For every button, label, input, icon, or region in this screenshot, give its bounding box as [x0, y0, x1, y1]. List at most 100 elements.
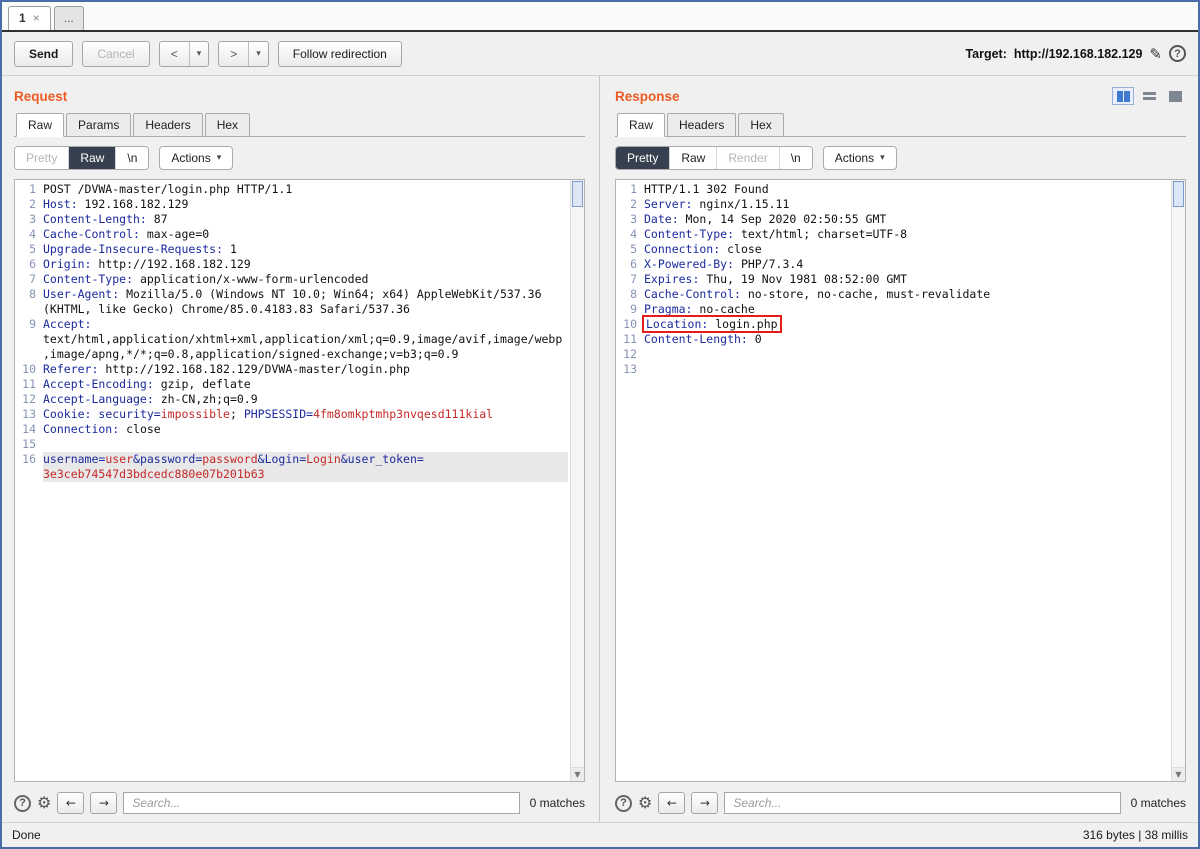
repeater-tab-strip: 1 × ... — [2, 2, 1198, 32]
response-view-raw[interactable]: Raw — [670, 147, 718, 169]
line-number: 11 — [22, 377, 36, 391]
editor-line[interactable]: 9 Accept: text/html,application/xhtml+xml… — [17, 317, 568, 362]
search-next-button[interactable]: → — [691, 792, 719, 814]
editor-line[interactable]: 7 Content-Type: application/x-www-form-ur… — [17, 272, 568, 287]
editor-line[interactable]: 11 Content-Length: 0 — [618, 332, 1169, 347]
response-tab-headers[interactable]: Headers — [667, 113, 737, 137]
next-request-button[interactable]: > ▾ — [218, 40, 269, 67]
back-arrow-icon[interactable]: < — [160, 42, 189, 66]
line-text: Connection: close — [43, 422, 161, 436]
editor-line[interactable]: 5 Upgrade-Insecure-Requests: 1 — [17, 242, 568, 257]
response-view-n[interactable]: \n — [779, 147, 812, 169]
send-button[interactable]: Send — [14, 40, 74, 67]
editor-line[interactable]: 2 Server: nginx/1.15.11 — [618, 197, 1169, 212]
search-prev-button[interactable]: ← — [57, 792, 85, 814]
back-dropdown-icon[interactable]: ▾ — [188, 41, 209, 66]
editor-line[interactable]: 4 Cache-Control: max-age=0 — [17, 227, 568, 242]
layout-single-icon[interactable] — [1164, 87, 1186, 105]
repeater-tab-1[interactable]: 1 × — [8, 6, 51, 30]
previous-request-button[interactable]: < ▾ — [158, 40, 210, 67]
request-tab-hex[interactable]: Hex — [204, 113, 251, 137]
response-editor[interactable]: 1 HTTP/1.1 302 Found 2 Server: nginx/1.15.1… — [615, 179, 1186, 782]
response-scrollbar[interactable]: ▼ — [1171, 180, 1185, 781]
editor-line[interactable]: 6 X-Powered-By: PHP/7.3.4 — [618, 257, 1169, 272]
line-number: 11 — [623, 332, 637, 346]
layout-rows-icon[interactable] — [1138, 87, 1160, 105]
response-view-pretty[interactable]: Pretty — [616, 147, 671, 169]
response-search-input[interactable] — [724, 792, 1121, 814]
search-next-button[interactable]: → — [90, 792, 118, 814]
search-settings-icon[interactable]: ⚙ — [638, 795, 652, 811]
line-text: POST /DVWA-master/login.php HTTP/1.1 — [43, 182, 293, 196]
editor-line[interactable]: 6 Origin: http://192.168.182.129 — [17, 257, 568, 272]
editor-line[interactable]: 15 — [17, 437, 568, 452]
editor-line[interactable]: 2 Host: 192.168.182.129 — [17, 197, 568, 212]
follow-redirection-button[interactable]: Follow redirection — [277, 40, 402, 67]
search-help-icon[interactable]: ? — [615, 794, 632, 812]
forward-dropdown-icon[interactable]: ▾ — [248, 41, 268, 66]
scroll-down-icon[interactable]: ▼ — [571, 767, 584, 781]
repeater-tab-more[interactable]: ... — [53, 6, 84, 30]
request-panel-header: Request — [14, 84, 585, 108]
layout-columns-icon[interactable] — [1112, 87, 1134, 105]
editor-line[interactable]: 4 Content-Type: text/html; charset=UTF-8 — [618, 227, 1169, 242]
editor-line[interactable]: 13 — [618, 362, 1169, 377]
request-tab-headers[interactable]: Headers — [133, 113, 203, 137]
line-number: 8 — [630, 287, 637, 301]
editor-line[interactable]: 16 username=user&password=password&Login=… — [17, 452, 568, 482]
editor-line[interactable]: 11 Accept-Encoding: gzip, deflate — [17, 377, 568, 392]
editor-line[interactable]: 3 Date: Mon, 14 Sep 2020 02:50:55 GMT — [618, 212, 1169, 227]
request-tab-params[interactable]: Params — [66, 113, 132, 137]
editor-line[interactable]: 10 Referer: http://192.168.182.129/DVWA-m… — [17, 362, 568, 377]
editor-line[interactable]: 10 Location: login.php — [618, 315, 1169, 333]
request-view-raw[interactable]: Raw — [69, 147, 117, 169]
line-number: 14 — [22, 422, 36, 436]
main-split: Request Raw Params Headers Hex Pretty Raw \n … — [2, 76, 1198, 822]
request-search-input[interactable] — [123, 792, 520, 814]
line-number: 3 — [630, 212, 637, 226]
request-editor[interactable]: 1 POST /DVWA-master/login.php HTTP/1.1 2 Ho… — [14, 179, 585, 782]
line-text: Content-Type: text/html; charset=UTF-8 — [644, 227, 908, 241]
editor-line[interactable]: 8 Cache-Control: no-store, no-cache, must… — [618, 287, 1169, 302]
layout-switcher — [1112, 87, 1186, 105]
request-title: Request — [14, 88, 68, 104]
scroll-down-icon[interactable]: ▼ — [1172, 767, 1185, 781]
editor-line[interactable]: 12 Accept-Language: zh-CN,zh;q=0.9 — [17, 392, 568, 407]
response-view-toolbar: Pretty Raw Render \n Actions ▾ — [615, 146, 1186, 170]
editor-line[interactable]: 1 HTTP/1.1 302 Found — [618, 182, 1169, 197]
request-tab-raw[interactable]: Raw — [16, 113, 65, 137]
request-view-pretty: Pretty — [15, 147, 70, 169]
close-tab-icon[interactable]: × — [33, 11, 40, 25]
editor-line[interactable]: 1 POST /DVWA-master/login.php HTTP/1.1 — [17, 182, 568, 197]
request-scrollbar[interactable]: ▼ — [570, 180, 584, 781]
editor-line[interactable]: 5 Connection: close — [618, 242, 1169, 257]
line-number: 4 — [29, 227, 36, 241]
search-prev-button[interactable]: ← — [658, 792, 686, 814]
search-settings-icon[interactable]: ⚙ — [37, 795, 51, 811]
help-icon[interactable]: ? — [1169, 45, 1186, 62]
request-actions-button[interactable]: Actions ▾ — [159, 146, 234, 170]
editor-line[interactable]: 8 User-Agent: Mozilla/5.0 (Windows NT 10.… — [17, 287, 568, 317]
forward-arrow-icon[interactable]: > — [219, 42, 248, 66]
editor-line[interactable]: 7 Expires: Thu, 19 Nov 1981 08:52:00 GMT — [618, 272, 1169, 287]
request-view-n[interactable]: \n — [116, 147, 149, 169]
scrollbar-thumb[interactable] — [572, 181, 583, 207]
response-search-matches: 0 matches — [1130, 796, 1186, 810]
edit-target-icon[interactable]: ✎ — [1149, 45, 1162, 63]
editor-line[interactable]: 13 Cookie: security=impossible; PHPSESSID… — [17, 407, 568, 422]
scrollbar-thumb[interactable] — [1173, 181, 1184, 207]
line-text — [43, 437, 568, 452]
line-text: Cache-Control: max-age=0 — [43, 227, 210, 241]
response-tab-hex[interactable]: Hex — [738, 113, 784, 137]
chevron-down-icon: ▾ — [880, 153, 885, 163]
editor-line[interactable]: 3 Content-Length: 87 — [17, 212, 568, 227]
response-tab-raw[interactable]: Raw — [617, 113, 666, 137]
response-search-bar: ? ⚙ ← → 0 matches — [615, 790, 1186, 816]
cancel-button[interactable]: Cancel — [82, 40, 150, 67]
request-view-toolbar: Pretty Raw \n Actions ▾ — [14, 146, 585, 170]
editor-line[interactable]: 12 — [618, 347, 1169, 362]
search-help-icon[interactable]: ? — [14, 794, 31, 812]
response-actions-button[interactable]: Actions ▾ — [822, 146, 897, 170]
line-text — [644, 347, 1169, 362]
editor-line[interactable]: 14 Connection: close — [17, 422, 568, 437]
